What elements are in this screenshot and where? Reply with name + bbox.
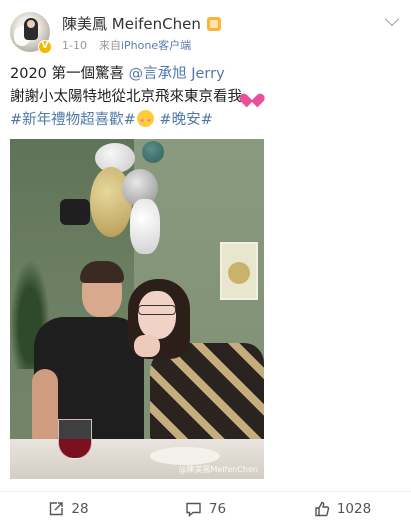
repost-button[interactable]: 28 bbox=[0, 492, 137, 526]
photo-person-man-arm bbox=[32, 369, 58, 449]
photo-person-woman-glasses bbox=[138, 305, 176, 315]
avatar-face bbox=[27, 20, 35, 28]
photo-wine-glass bbox=[58, 419, 92, 459]
repost-count: 28 bbox=[71, 501, 89, 517]
photo-wall-frame bbox=[220, 242, 258, 300]
hashtag-link[interactable]: #晚安# bbox=[155, 112, 212, 128]
post-time: 1-10 bbox=[62, 39, 87, 52]
photo-plate bbox=[150, 447, 220, 465]
comment-count: 76 bbox=[208, 501, 227, 517]
source-device-link[interactable]: iPhone客户端 bbox=[121, 39, 191, 52]
photo-balloon bbox=[60, 199, 90, 225]
hashtag-link[interactable]: #新年禮物超喜歡# bbox=[10, 112, 136, 128]
comment-button[interactable]: 76 bbox=[137, 492, 274, 526]
username-text[interactable]: 陳美鳳 MeifenChen bbox=[62, 15, 201, 33]
photo-watermark: @陳美鳳MeifenChen bbox=[178, 465, 258, 474]
post-meta: 1-10 来自iPhone客户端 bbox=[62, 37, 191, 53]
post-photo[interactable]: @陳美鳳MeifenChen bbox=[10, 139, 264, 479]
comment-icon bbox=[186, 502, 201, 517]
smiling-face-with-hearts-emoji bbox=[136, 110, 154, 127]
post-text: 謝謝小太陽特地從北京飛來東京看我 bbox=[10, 89, 242, 105]
member-crown-icon[interactable] bbox=[206, 17, 221, 31]
post-text-line-3: #新年禮物超喜歡# #晚安# bbox=[10, 109, 213, 131]
like-count: 1028 bbox=[336, 501, 372, 517]
mention-link[interactable]: @言承旭 Jerry bbox=[129, 66, 225, 82]
post-text-line-2: 謝謝小太陽特地從北京飛來東京看我 bbox=[10, 86, 260, 108]
repost-icon bbox=[50, 502, 64, 516]
verified-badge-icon: V bbox=[38, 40, 52, 54]
like-button[interactable]: 1028 bbox=[274, 492, 411, 526]
thumbs-up-icon bbox=[315, 501, 330, 517]
photo-balloon bbox=[130, 199, 160, 254]
photo-balloon bbox=[142, 141, 164, 163]
photo-person-woman-hand bbox=[134, 335, 160, 357]
username[interactable]: 陳美鳳 MeifenChen bbox=[62, 13, 221, 34]
chevron-down-icon[interactable] bbox=[384, 11, 400, 27]
sparkling-heart-emoji bbox=[244, 88, 260, 103]
action-bar: 28 76 1028 bbox=[0, 492, 411, 526]
post-text: 2020 第一個驚喜 bbox=[10, 66, 129, 82]
post-text-line-1: 2020 第一個驚喜 @言承旭 Jerry bbox=[10, 63, 225, 85]
source-prefix: 来自 bbox=[98, 39, 121, 52]
photo-person-man-hair bbox=[80, 261, 124, 283]
photo-person-woman-face bbox=[138, 291, 176, 339]
